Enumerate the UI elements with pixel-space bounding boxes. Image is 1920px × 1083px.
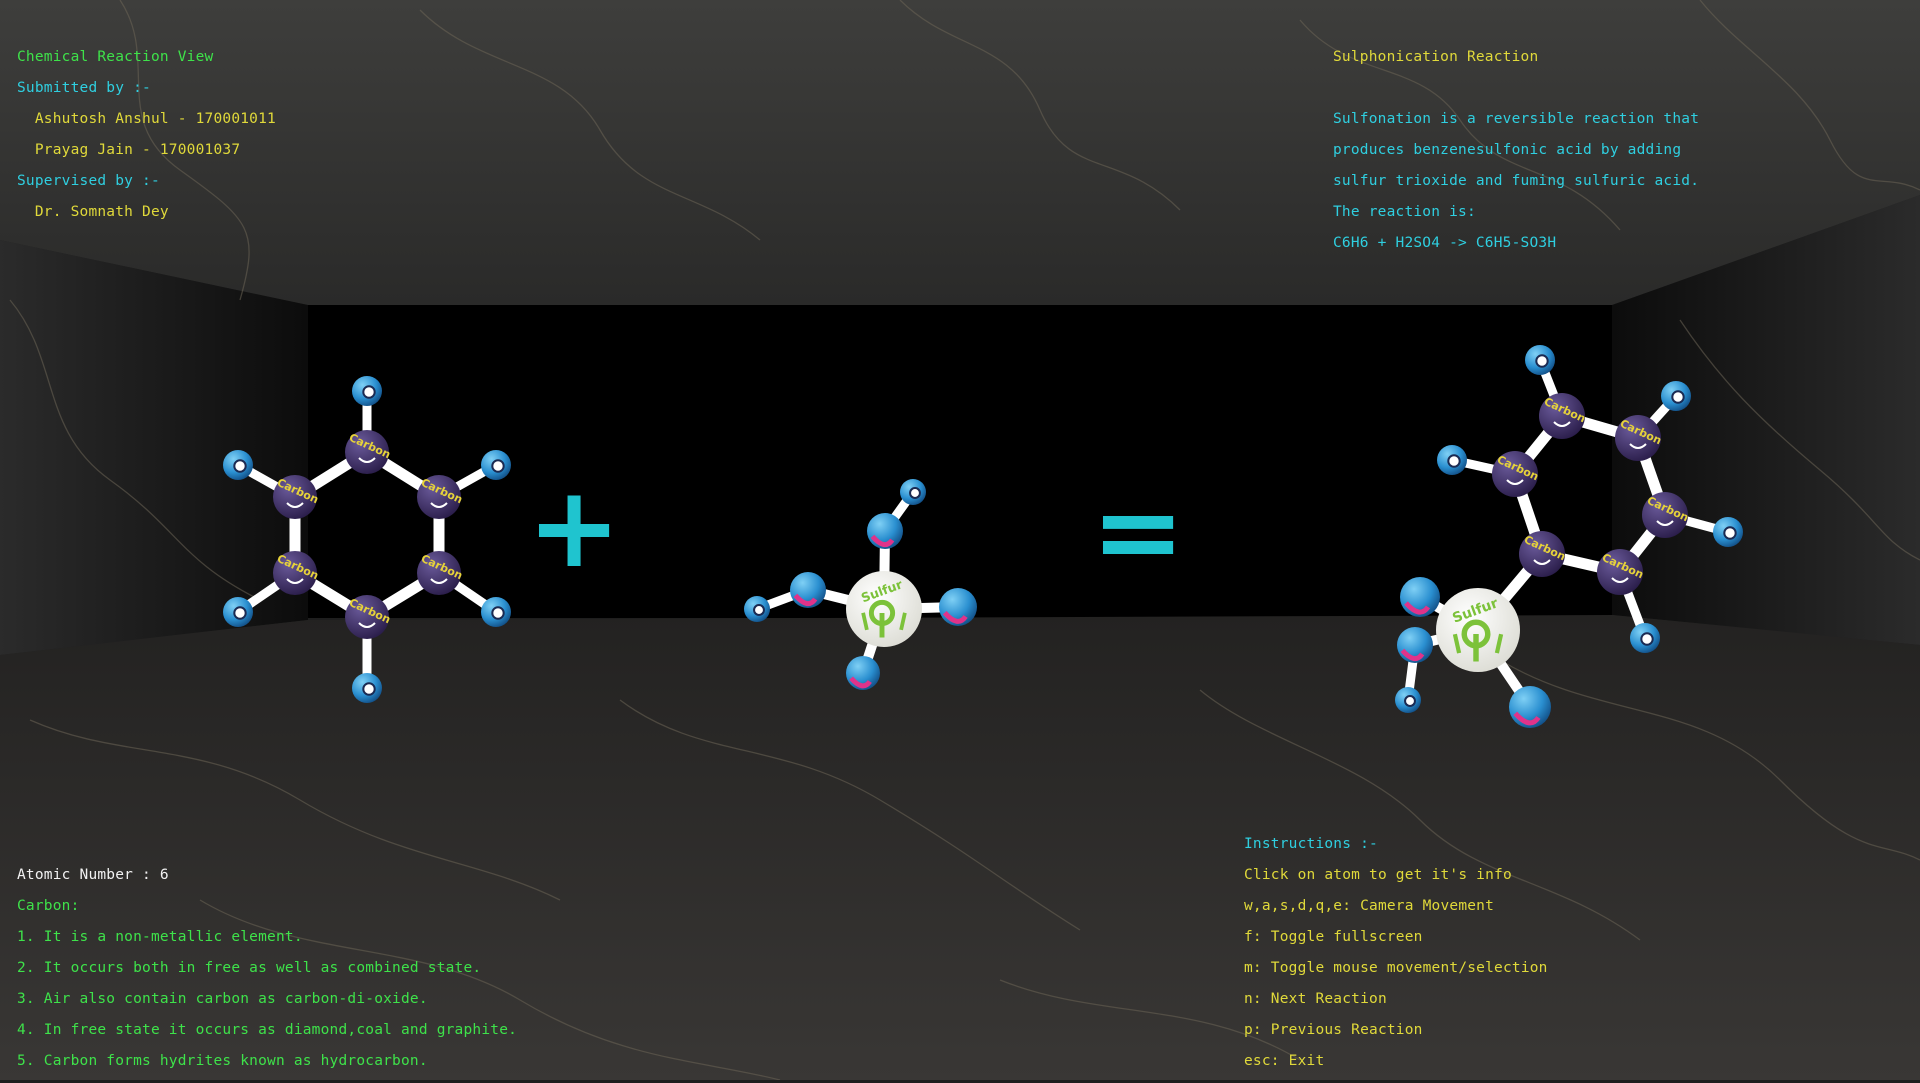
oxygen-atom[interactable]	[939, 588, 977, 626]
hydrogen-atom[interactable]	[1661, 381, 1691, 411]
instructions-title: Instructions :-	[1244, 836, 1378, 852]
oxygen-atom[interactable]	[1509, 686, 1551, 728]
atom-fact: 2. It occurs both in free as well as com…	[17, 960, 482, 976]
hydrogen-atom[interactable]	[223, 597, 253, 627]
instruction-item: f: Toggle fullscreen	[1244, 929, 1423, 945]
element-name: Carbon:	[17, 898, 80, 914]
instruction-item: p: Previous Reaction	[1244, 1022, 1423, 1038]
hydrogen-atom[interactable]	[481, 450, 511, 480]
plus-symbol: +	[527, 463, 621, 593]
oxygen-atom[interactable]	[846, 656, 880, 690]
app-title: Chemical Reaction View	[17, 49, 214, 65]
atom-fact: 4. In free state it occurs as diamond,co…	[17, 1022, 518, 1038]
instructions-panel: Instructions :- Click on atom to get it'…	[1244, 835, 1548, 1083]
sulfur-atom[interactable]: Sulfur	[846, 571, 922, 647]
reaction-equation: C6H6 + H2SO4 -> C6H5-SO3H	[1333, 235, 1557, 251]
hydrogen-atom[interactable]	[1395, 687, 1421, 713]
atom-fact: 3. Air also contain carbon as carbon-di-…	[17, 991, 428, 1007]
supervisor-name: Dr. Somnath Dey	[17, 204, 169, 220]
hydrogen-atom[interactable]	[744, 596, 770, 622]
atomic-number: Atomic Number : 6	[17, 867, 169, 883]
atom-fact: 5. Carbon forms hydrites known as hydroc…	[17, 1053, 428, 1069]
oxygen-atom[interactable]	[790, 572, 826, 608]
reaction-description-1: Sulfonation is a reversible reaction tha…	[1333, 111, 1700, 127]
oxygen-atom[interactable]	[867, 513, 903, 549]
hydrogen-atom[interactable]	[352, 673, 382, 703]
supervised-label: Supervised by :-	[17, 173, 160, 189]
hydrogen-atom[interactable]	[1525, 345, 1555, 375]
reaction-description-3: sulfur trioxide and fuming sulfuric acid…	[1333, 173, 1700, 189]
hydrogen-atom[interactable]	[1630, 623, 1660, 653]
reaction-description-2: produces benzenesulfonic acid by adding	[1333, 142, 1682, 158]
atom-info-panel: Atomic Number : 6 Carbon: 1. It is a non…	[17, 866, 517, 1083]
header-left: Chemical Reaction View Submitted by :- A…	[17, 48, 276, 234]
instruction-item: esc: Exit	[1244, 1053, 1325, 1069]
hydrogen-atom[interactable]	[1713, 517, 1743, 547]
instruction-item: n: Next Reaction	[1244, 991, 1387, 1007]
oxygen-atom[interactable]	[1400, 577, 1440, 617]
author-1: Ashutosh Anshul - 170001011	[17, 111, 276, 127]
submitted-label: Submitted by :-	[17, 80, 151, 96]
equals-symbol: =	[1091, 467, 1185, 597]
oxygen-atom[interactable]	[1397, 627, 1433, 663]
instruction-item: Click on atom to get it's info	[1244, 867, 1512, 883]
hydrogen-atom[interactable]	[900, 479, 926, 505]
atom-fact: 1. It is a non-metallic element.	[17, 929, 303, 945]
hydrogen-atom[interactable]	[1437, 445, 1467, 475]
hydrogen-atom[interactable]	[223, 450, 253, 480]
sulfur-atom[interactable]: Sulfur	[1436, 588, 1520, 672]
reaction-title: Sulphonication Reaction	[1333, 49, 1539, 65]
instruction-item: w,a,s,d,q,e: Camera Movement	[1244, 898, 1495, 914]
author-2: Prayag Jain - 170001037	[17, 142, 241, 158]
hydrogen-atom[interactable]	[352, 376, 382, 406]
instruction-item: m: Toggle mouse movement/selection	[1244, 960, 1548, 976]
reaction-description-4: The reaction is:	[1333, 204, 1476, 220]
hydrogen-atom[interactable]	[481, 597, 511, 627]
header-right: Sulphonication Reaction Sulfonation is a…	[1333, 48, 1699, 265]
